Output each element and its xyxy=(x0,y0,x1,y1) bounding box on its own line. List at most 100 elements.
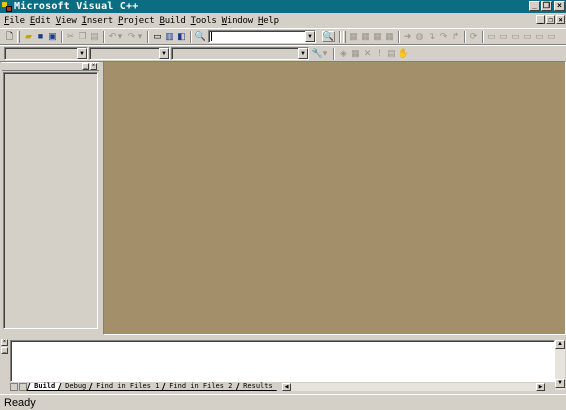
registers-window-icon[interactable]: ▭ xyxy=(510,31,521,42)
wizardbar-toolbar: ▼ ▼ ▼ 🔧 ▾ ◈ ▦ ✕ ! ▤ ✋ xyxy=(0,45,566,62)
output-horizontal-scrollbar[interactable]: ◀ ▶ xyxy=(282,383,545,391)
menu-file[interactable]: File xyxy=(4,16,25,26)
toolbar-separator xyxy=(103,31,105,43)
workspace-title-bar[interactable]: _ × xyxy=(2,62,99,71)
output-tabs: Build Debug Find in Files 1 Find in File… xyxy=(10,382,279,391)
output-text-area[interactable] xyxy=(10,340,555,382)
stop-build-icon[interactable]: ✕ xyxy=(362,48,373,59)
new-text-file-icon[interactable]: 🗋 xyxy=(4,31,15,42)
window-list-icon[interactable]: ◧ xyxy=(176,31,187,42)
workspace-restore-button[interactable]: _ xyxy=(82,63,89,70)
text-caret xyxy=(211,32,212,41)
toolbar-separator xyxy=(190,31,192,43)
menu-view[interactable]: View xyxy=(56,16,77,26)
undo-dropdown-icon[interactable]: ▾ xyxy=(117,31,123,42)
member-combo[interactable]: ▼ xyxy=(171,47,309,60)
toolbar-grip[interactable] xyxy=(17,31,20,43)
status-bar: Ready xyxy=(0,394,566,410)
tab-debug[interactable]: Debug xyxy=(57,382,93,391)
toolbar-separator xyxy=(482,31,484,43)
tab-find-in-files-1[interactable]: Find in Files 1 xyxy=(88,382,166,391)
toolbar-separator xyxy=(398,31,400,43)
execute-icon[interactable]: ▦ xyxy=(384,31,395,42)
mdi-minimize-button[interactable]: _ xyxy=(536,15,545,24)
toolbar-separator xyxy=(333,48,335,60)
mdi-restore-button[interactable]: ❐ xyxy=(546,15,555,24)
insert-breakpoint-icon[interactable]: ◍ xyxy=(414,31,425,42)
redo-dropdown-icon[interactable]: ▾ xyxy=(137,31,143,42)
run-icon[interactable]: ! xyxy=(374,48,385,59)
save-icon[interactable]: ■ xyxy=(35,31,46,42)
variables-window-icon[interactable]: ▭ xyxy=(498,31,509,42)
find-combo[interactable]: ▼ xyxy=(208,30,316,43)
visual-cpp-app-icon[interactable] xyxy=(2,1,12,12)
menu-insert[interactable]: Insert xyxy=(82,16,114,26)
scroll-down-icon[interactable]: ▼ xyxy=(555,379,565,388)
step-into-icon[interactable]: ↴ xyxy=(426,31,437,42)
build-icon[interactable]: ▦ xyxy=(360,31,371,42)
minimize-button[interactable]: _ xyxy=(529,1,540,11)
go-icon[interactable]: ➜ xyxy=(402,31,413,42)
toolbar-separator xyxy=(147,31,149,43)
tab-scroll-left-icon[interactable] xyxy=(10,383,18,391)
close-button[interactable]: × xyxy=(554,1,565,11)
find-in-files-icon[interactable]: 🔍 xyxy=(195,31,206,42)
save-all-icon[interactable]: ▣ xyxy=(47,31,58,42)
memory-window-icon[interactable]: ▭ xyxy=(522,31,533,42)
paste-icon[interactable]: ▤ xyxy=(89,31,100,42)
workspace-close-button[interactable]: × xyxy=(90,63,97,70)
window-title: Microsoft Visual C++ xyxy=(14,1,139,12)
go-debug-icon[interactable]: ▤ xyxy=(386,48,397,59)
watch-window-icon[interactable]: ▭ xyxy=(486,31,497,42)
scroll-up-icon[interactable]: ▲ xyxy=(555,340,565,349)
workspace-tree[interactable] xyxy=(3,72,98,329)
redo-icon[interactable]: ↷ xyxy=(126,31,137,42)
output-vertical-scrollbar[interactable]: ▲ ▼ xyxy=(555,340,565,390)
output-window-icon[interactable]: ▥ xyxy=(164,31,175,42)
call-stack-window-icon[interactable]: ▭ xyxy=(534,31,545,42)
compile-icon[interactable]: ▦ xyxy=(348,31,359,42)
member-combo-dropdown[interactable]: ▼ xyxy=(298,48,308,59)
maximize-restore-button[interactable]: ❐ xyxy=(541,1,552,11)
workspace-window-icon[interactable]: ▭ xyxy=(152,31,163,42)
menu-help[interactable]: Help xyxy=(258,16,279,26)
open-folder-icon[interactable]: ▰ xyxy=(23,31,34,42)
menu-bar: File Edit View Insert Project Build Tool… xyxy=(0,14,566,27)
compile-file-icon[interactable]: ◈ xyxy=(338,48,349,59)
step-out-icon[interactable]: ↱ xyxy=(450,31,461,42)
filter-combo-dropdown[interactable]: ▼ xyxy=(159,48,169,59)
class-combo-dropdown[interactable]: ▼ xyxy=(77,48,87,59)
menu-build[interactable]: Build xyxy=(159,16,185,26)
disassembly-window-icon[interactable]: ▭ xyxy=(546,31,557,42)
menu-window[interactable]: Window xyxy=(222,16,254,26)
title-bar[interactable]: Microsoft Visual C++ _ ❐ × xyxy=(0,0,566,13)
tab-build[interactable]: Build xyxy=(26,382,62,391)
standard-toolbar: 🗋 ▰ ■ ▣ ✂ ❐ ▤ ↶ ▾ ↷ ▾ ▭ ▥ ◧ 🔍 ▼ 🔍 ▦ ▦ ▦ … xyxy=(0,28,566,45)
apply-code-changes-icon[interactable]: ⟳ xyxy=(468,31,479,42)
cut-icon[interactable]: ✂ xyxy=(65,31,76,42)
output-pane: × _ ▲ ▼ Build Debug Find in Files 1 Find… xyxy=(0,337,566,393)
scroll-right-icon[interactable]: ▶ xyxy=(536,383,545,391)
build-stop-icon[interactable]: ▦ xyxy=(372,31,383,42)
filter-combo[interactable]: ▼ xyxy=(89,47,170,60)
wizardbar-action-dropdown-icon[interactable]: ▾ xyxy=(322,48,328,59)
search-icon[interactable]: 🔍 xyxy=(322,31,335,42)
tab-find-in-files-2[interactable]: Find in Files 2 xyxy=(161,382,240,391)
scroll-left-icon[interactable]: ◀ xyxy=(282,383,291,391)
mdi-client-area[interactable] xyxy=(103,61,566,335)
menu-tools[interactable]: Tools xyxy=(191,16,217,26)
step-over-icon[interactable]: ↷ xyxy=(438,31,449,42)
breakpoint-hand-icon[interactable]: ✋ xyxy=(398,48,409,59)
output-restore-button[interactable]: _ xyxy=(1,347,8,354)
mdi-close-button[interactable]: × xyxy=(556,15,565,24)
class-combo[interactable]: ▼ xyxy=(4,47,88,60)
menu-edit[interactable]: Edit xyxy=(30,16,51,26)
menu-project[interactable]: Project xyxy=(118,16,155,26)
build-project-icon[interactable]: ▦ xyxy=(350,48,361,59)
output-close-button[interactable]: × xyxy=(1,339,8,346)
toolbar-grip[interactable] xyxy=(343,31,346,43)
toolbar-separator xyxy=(339,31,341,43)
copy-icon[interactable]: ❐ xyxy=(77,31,88,42)
tab-results[interactable]: Results xyxy=(235,382,279,391)
find-combo-dropdown[interactable]: ▼ xyxy=(305,31,315,42)
